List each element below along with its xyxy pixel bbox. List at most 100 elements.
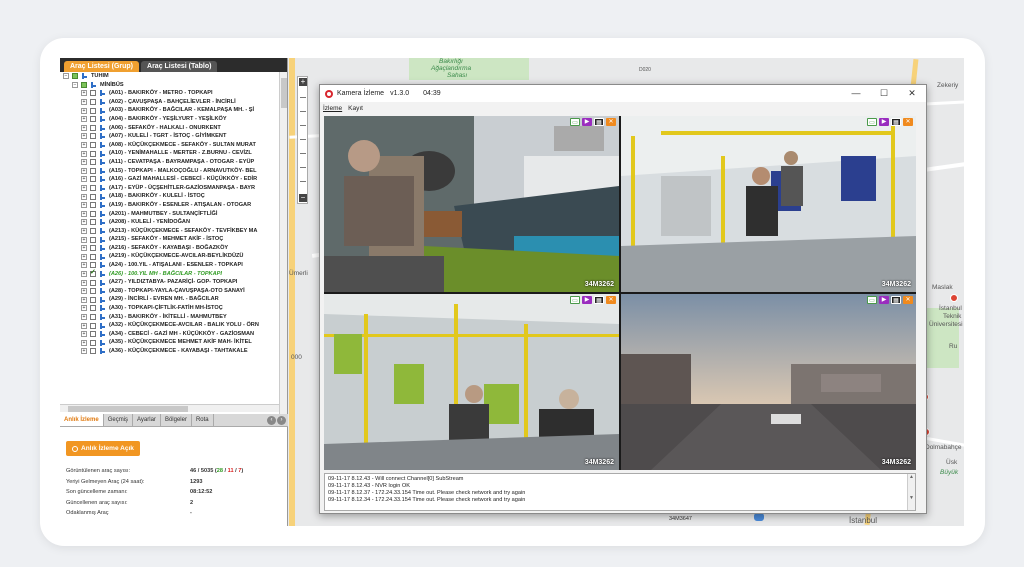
expand-icon[interactable]: + [81, 159, 87, 166]
tree-checkbox[interactable] [90, 107, 96, 114]
expand-icon[interactable]: + [81, 99, 87, 106]
tree-checkbox[interactable] [90, 331, 96, 338]
tree-root[interactable]: − TUHIM [60, 72, 278, 81]
tree-vehicle-route[interactable]: + (A213) - KÜÇÜKÇEKMECE - SEFAKÖY - TEVFİ… [60, 227, 278, 236]
tree-horizontal-scrollbar[interactable] [60, 404, 279, 412]
tree-group[interactable]: − MİNİBÜS [60, 81, 278, 90]
tree-vehicle-route[interactable]: + (A208) - KULELİ - YENİDOĞAN [60, 218, 278, 227]
tree-checkbox[interactable] [90, 193, 96, 200]
tree-vehicle-route[interactable]: + (A215) - SEFAKÖY - MEHMET AKİF - İSTOÇ [60, 235, 278, 244]
close-icon[interactable]: ✕ [903, 118, 913, 126]
maximize-icon[interactable]: ☐ [870, 88, 898, 99]
tree-checkbox[interactable] [90, 116, 96, 123]
play-icon[interactable]: ▶ [879, 296, 889, 304]
tree-vehicle-route[interactable]: + (A18) - BAKIRKÖY - KULELİ - İSTOÇ [60, 192, 278, 201]
tree-checkbox[interactable] [90, 348, 96, 355]
expand-icon[interactable]: + [81, 193, 87, 200]
tab-live-monitoring[interactable]: Anlık İzleme [60, 414, 104, 426]
tree-checkbox[interactable] [90, 279, 96, 286]
tree-checkbox[interactable] [90, 185, 96, 192]
tree-vehicle-route[interactable]: + (A201) - MAHMUTBEY - SULTANÇİFTLİĞİ [60, 210, 278, 219]
chevron-left-icon[interactable]: ‹ [267, 416, 276, 425]
tree-checkbox[interactable] [90, 90, 96, 97]
camera-feed-3[interactable]: ▭ ▶ ▦ ✕ 34M3262 [324, 294, 619, 470]
window-titlebar[interactable]: Kamera İzleme v1.3.0 04:39 — ☐ ✕ [320, 85, 926, 102]
expand-icon[interactable]: + [81, 133, 87, 140]
tree-vehicle-route[interactable]: + (A29) - İNCİRLİ - EVREN MH. - BAĞCILAR [60, 295, 278, 304]
tree-checkbox[interactable] [90, 99, 96, 106]
tree-vehicle-route[interactable]: + (A31) - BAKIRKÖY - İKİTELLİ - MAHMUTBEY [60, 313, 278, 322]
expand-icon[interactable]: + [81, 116, 87, 123]
map-pin-icon[interactable] [950, 294, 958, 302]
expand-icon[interactable]: + [81, 202, 87, 209]
tree-vehicle-route[interactable]: + (A26) - 100.YIL MH - BAĞCILAR - TOPKAPI [60, 269, 278, 279]
tree-vehicle-route[interactable]: + (A36) - KÜÇÜKÇEKMECE - KAYABAŞI - TAHTA… [60, 347, 278, 356]
tree-checkbox[interactable] [90, 202, 96, 209]
tree-checkbox[interactable] [90, 133, 96, 140]
expand-icon[interactable]: + [81, 279, 87, 286]
expand-icon[interactable]: + [81, 167, 87, 174]
connection-log[interactable]: 09-11-17 8.12.43 - Will connect Channel[… [324, 473, 916, 511]
tree-checkbox[interactable] [90, 124, 96, 131]
menu-recording[interactable]: Kayıt [348, 105, 363, 112]
tab-settings[interactable]: Ayarlar [133, 414, 161, 426]
fullscreen-icon[interactable]: ▦ [891, 118, 901, 126]
expand-icon[interactable]: + [81, 322, 87, 329]
tree-vertical-scrollbar[interactable] [279, 72, 287, 414]
tree-vehicle-route[interactable]: + (A08) - KÜÇÜKÇEKMECE - SEFAKÖY - SULTAN… [60, 141, 278, 150]
scroll-thumb[interactable] [281, 78, 287, 108]
expand-icon[interactable]: + [81, 185, 87, 192]
play-icon[interactable]: ▶ [879, 118, 889, 126]
snapshot-icon[interactable]: ▭ [867, 296, 877, 304]
tree-vehicle-route[interactable]: + (A19) - BAKIRKÖY - ESENLER - ATIŞALAN -… [60, 201, 278, 210]
tree-checkbox[interactable] [90, 236, 96, 243]
tree-checkbox[interactable] [90, 262, 96, 269]
expand-icon[interactable]: + [81, 142, 87, 149]
expand-icon[interactable]: + [81, 262, 87, 269]
expand-icon[interactable]: + [81, 348, 87, 355]
tab-history[interactable]: Geçmiş [104, 414, 134, 426]
minimize-icon[interactable]: — [842, 88, 870, 99]
camera-feed-1[interactable]: ▭ ▶ ▦ ✕ 34M3262 [324, 116, 619, 292]
expand-icon[interactable]: + [81, 253, 87, 260]
expand-icon[interactable]: + [81, 288, 87, 295]
expand-icon[interactable]: + [81, 270, 87, 277]
tree-vehicle-route[interactable]: + (A11) - CEVATPAŞA - BAYRAMPAŞA - OTOGAR… [60, 158, 278, 167]
camera-feed-4[interactable]: ▭ ▶ ▦ ✕ 34M3262 [621, 294, 916, 470]
live-monitoring-toggle-button[interactable]: Anlık İzleme Açık [66, 441, 140, 456]
play-icon[interactable]: ▶ [582, 296, 592, 304]
fullscreen-icon[interactable]: ▦ [891, 296, 901, 304]
expand-icon[interactable]: + [81, 331, 87, 338]
tree-vehicle-route[interactable]: + (A27) - YILDIZTABYA- PAZARİÇİ- GOP- TOP… [60, 278, 278, 287]
tree-checkbox[interactable] [90, 245, 96, 252]
tree-checkbox[interactable] [90, 210, 96, 217]
snapshot-icon[interactable]: ▭ [867, 118, 877, 126]
expand-icon[interactable]: + [81, 210, 87, 217]
tree-vehicle-route[interactable]: + (A04) - BAKIRKÖY - YEŞİLYURT - YEŞİLKÖY [60, 115, 278, 124]
tree-checkbox[interactable] [90, 150, 96, 157]
tree-checkbox[interactable] [72, 73, 78, 80]
expand-icon[interactable]: + [81, 313, 87, 320]
close-icon[interactable]: ✕ [606, 296, 616, 304]
tree-vehicle-route[interactable]: + (A01) - BAKIRKÖY - METRO - TOPKAPI [60, 89, 278, 98]
tree-vehicle-route[interactable]: + (A10) - YENİMAHALLE - MERTER - Z.BURNU … [60, 149, 278, 158]
tree-checkbox[interactable] [90, 219, 96, 226]
tree-vehicle-route[interactable]: + (A17) - EYÜP - ÜÇŞEHİTLER-GAZİOSMANPAŞA… [60, 184, 278, 193]
tree-vehicle-route[interactable]: + (A32) - KÜÇÜKÇEKMECE-AVCILAR - BALIK YO… [60, 321, 278, 330]
close-icon[interactable]: ✕ [606, 118, 616, 126]
vehicle-tree[interactable]: − TUHIM − MİNİBÜS + (A01) - BAKIRKÖY - ME… [60, 72, 278, 412]
expand-icon[interactable]: + [81, 107, 87, 114]
close-icon[interactable]: ✕ [903, 296, 913, 304]
fullscreen-icon[interactable]: ▦ [594, 118, 604, 126]
tree-checkbox[interactable] [81, 81, 87, 88]
tree-vehicle-route[interactable]: + (A15) - TOPKAPI - MALKOÇOĞLU - ARNAVUTK… [60, 167, 278, 176]
tree-vehicle-route[interactable]: + (A07) - KULELİ - TGRT - İSTOÇ - GİYİMKE… [60, 132, 278, 141]
zoom-in-button[interactable]: + [299, 78, 307, 86]
snapshot-icon[interactable]: ▭ [570, 118, 580, 126]
tab-vehicle-list-group[interactable]: Araç Listesi (Grup) [64, 61, 140, 72]
map-zoom-control[interactable]: + − [297, 76, 308, 204]
fullscreen-icon[interactable]: ▦ [594, 296, 604, 304]
tree-checkbox[interactable] [90, 167, 96, 174]
tree-vehicle-route[interactable]: + (A30) - TOPKAPI-ÇİFTLİK-FATİH MH-İSTOÇ [60, 304, 278, 313]
menu-monitoring[interactable]: İzleme [323, 105, 342, 112]
